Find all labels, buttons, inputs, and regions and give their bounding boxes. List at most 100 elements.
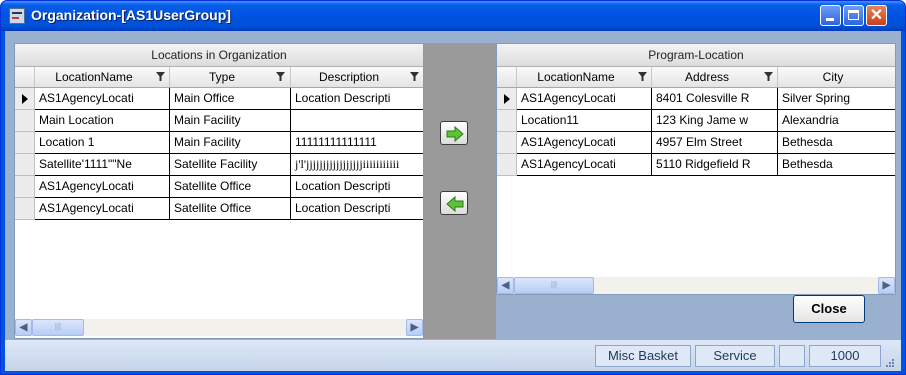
table-row[interactable]: AS1AgencyLocati 5110 Ridgefield R Bethes…: [497, 154, 895, 176]
cell-locationname[interactable]: AS1AgencyLocati: [517, 154, 652, 176]
cell-description[interactable]: Location Descripti: [291, 88, 423, 110]
grid-header: LocationName Address City: [497, 67, 895, 88]
row-selector[interactable]: [15, 198, 35, 220]
locations-in-organization-grid[interactable]: Locations in Organization LocationName T…: [14, 43, 424, 339]
close-icon: ✕: [869, 7, 884, 24]
cell-city[interactable]: Alexandria: [778, 110, 895, 132]
grid-header: LocationName Type Description: [15, 67, 423, 88]
window-client-area: Locations in Organization LocationName T…: [5, 31, 901, 371]
cell-type[interactable]: Main Office: [170, 88, 291, 110]
cell-locationname[interactable]: AS1AgencyLocati: [35, 198, 170, 220]
cell-locationname[interactable]: AS1AgencyLocati: [35, 176, 170, 198]
table-row[interactable]: Main Location Main Facility: [15, 110, 423, 132]
row-selector[interactable]: [497, 154, 517, 176]
grid-caption: Program-Location: [497, 44, 895, 67]
filter-icon[interactable]: [764, 72, 773, 81]
cell-locationname[interactable]: Location11: [517, 110, 652, 132]
cell-address[interactable]: 5110 Ridgefield R: [652, 154, 778, 176]
table-row[interactable]: AS1AgencyLocati Satellite Office Locatio…: [15, 198, 423, 220]
row-selector-header: [497, 67, 517, 87]
filter-icon[interactable]: [276, 72, 285, 81]
column-label: Description: [318, 70, 380, 84]
table-row[interactable]: Location11 123 King Jame w Alexandria: [497, 110, 895, 132]
cell-type[interactable]: Satellite Office: [170, 176, 291, 198]
close-window-button[interactable]: ✕: [866, 5, 887, 26]
scroll-left-button[interactable]: ◀: [497, 277, 514, 294]
row-selector-header: [15, 67, 35, 87]
column-header-description[interactable]: Description: [291, 67, 423, 87]
table-row[interactable]: Location 1 Main Facility 11111111111111: [15, 132, 423, 154]
cell-description[interactable]: 11111111111111: [291, 132, 423, 154]
arrow-right-icon: [446, 126, 464, 142]
cell-description[interactable]: Location Descripti: [291, 198, 423, 220]
cell-address[interactable]: 123 King Jame w: [652, 110, 778, 132]
minimize-icon: [826, 18, 834, 21]
title-bar[interactable]: Organization-[AS1UserGroup] ✕: [1, 1, 905, 31]
filter-icon[interactable]: [156, 72, 165, 81]
maximize-button[interactable]: [843, 5, 864, 26]
current-row-indicator[interactable]: [497, 88, 517, 110]
scroll-thumb[interactable]: |||: [514, 277, 594, 294]
window-title: Organization-[AS1UserGroup]: [31, 7, 231, 23]
scroll-thumb[interactable]: |||: [32, 319, 84, 336]
filter-icon[interactable]: [638, 72, 647, 81]
cell-locationname[interactable]: AS1AgencyLocati: [517, 88, 652, 110]
column-label: Type: [208, 70, 235, 84]
current-row-indicator[interactable]: [15, 88, 35, 110]
cell-type[interactable]: Satellite Office: [170, 198, 291, 220]
cell-address[interactable]: 8401 Colesville R: [652, 88, 778, 110]
cell-city[interactable]: Bethesda: [778, 132, 895, 154]
cell-type[interactable]: Main Facility: [170, 110, 291, 132]
cell-description[interactable]: j'l'jjjjjjjjjjjjjjjjjiiiiiiiiiii: [291, 154, 423, 176]
status-panel-basket: Misc Basket: [595, 345, 691, 367]
resize-grip-icon[interactable]: [885, 358, 895, 368]
column-label: LocationName: [537, 70, 615, 84]
table-row[interactable]: Satellite'1111""Ne Satellite Facility j'…: [15, 154, 423, 176]
column-header-locationname[interactable]: LocationName: [517, 67, 652, 87]
close-button[interactable]: Close: [793, 295, 865, 323]
remove-from-program-button[interactable]: [440, 191, 468, 215]
row-selector[interactable]: [497, 110, 517, 132]
scroll-right-button[interactable]: ▶: [406, 319, 423, 336]
row-selector[interactable]: [15, 110, 35, 132]
cell-locationname[interactable]: AS1AgencyLocati: [517, 132, 652, 154]
scroll-right-button[interactable]: ▶: [878, 277, 895, 294]
column-header-address[interactable]: Address: [652, 67, 778, 87]
status-panel-service: Service: [695, 345, 775, 367]
program-location-grid[interactable]: Program-Location LocationName Address Ci…: [496, 43, 896, 295]
add-to-program-button[interactable]: [440, 121, 468, 145]
row-selector[interactable]: [15, 154, 35, 176]
cell-locationname[interactable]: Satellite'1111""Ne: [35, 154, 170, 176]
row-selector[interactable]: [15, 176, 35, 198]
app-icon: [9, 8, 25, 24]
cell-city[interactable]: Silver Spring: [778, 88, 895, 110]
cell-type[interactable]: Main Facility: [170, 132, 291, 154]
filter-icon[interactable]: [410, 72, 419, 81]
row-selector[interactable]: [15, 132, 35, 154]
cell-locationname[interactable]: Location 1: [35, 132, 170, 154]
column-label: LocationName: [55, 70, 133, 84]
column-header-city[interactable]: City: [778, 67, 895, 87]
column-header-locationname[interactable]: LocationName: [35, 67, 170, 87]
cell-city[interactable]: Bethesda: [778, 154, 895, 176]
horizontal-scrollbar[interactable]: ◀ ||| ▶: [497, 277, 895, 294]
column-header-type[interactable]: Type: [170, 67, 291, 87]
horizontal-scrollbar[interactable]: ◀ ||| ▶: [15, 319, 423, 336]
table-row[interactable]: AS1AgencyLocati 4957 Elm Street Bethesda: [497, 132, 895, 154]
cell-description[interactable]: Location Descripti: [291, 176, 423, 198]
arrow-left-icon: [446, 196, 464, 212]
cell-locationname[interactable]: Main Location: [35, 110, 170, 132]
minimize-button[interactable]: [820, 5, 841, 26]
table-row[interactable]: AS1AgencyLocati Main Office Location Des…: [15, 88, 423, 110]
table-row[interactable]: AS1AgencyLocati 8401 Colesville R Silver…: [497, 88, 895, 110]
column-label: Address: [684, 70, 730, 84]
cell-locationname[interactable]: AS1AgencyLocati: [35, 88, 170, 110]
table-row[interactable]: AS1AgencyLocati Satellite Office Locatio…: [15, 176, 423, 198]
grid-caption: Locations in Organization: [15, 44, 423, 67]
maximize-icon: [848, 10, 859, 20]
row-selector[interactable]: [497, 132, 517, 154]
cell-type[interactable]: Satellite Facility: [170, 154, 291, 176]
cell-address[interactable]: 4957 Elm Street: [652, 132, 778, 154]
cell-description[interactable]: [291, 110, 423, 132]
scroll-left-button[interactable]: ◀: [15, 319, 32, 336]
